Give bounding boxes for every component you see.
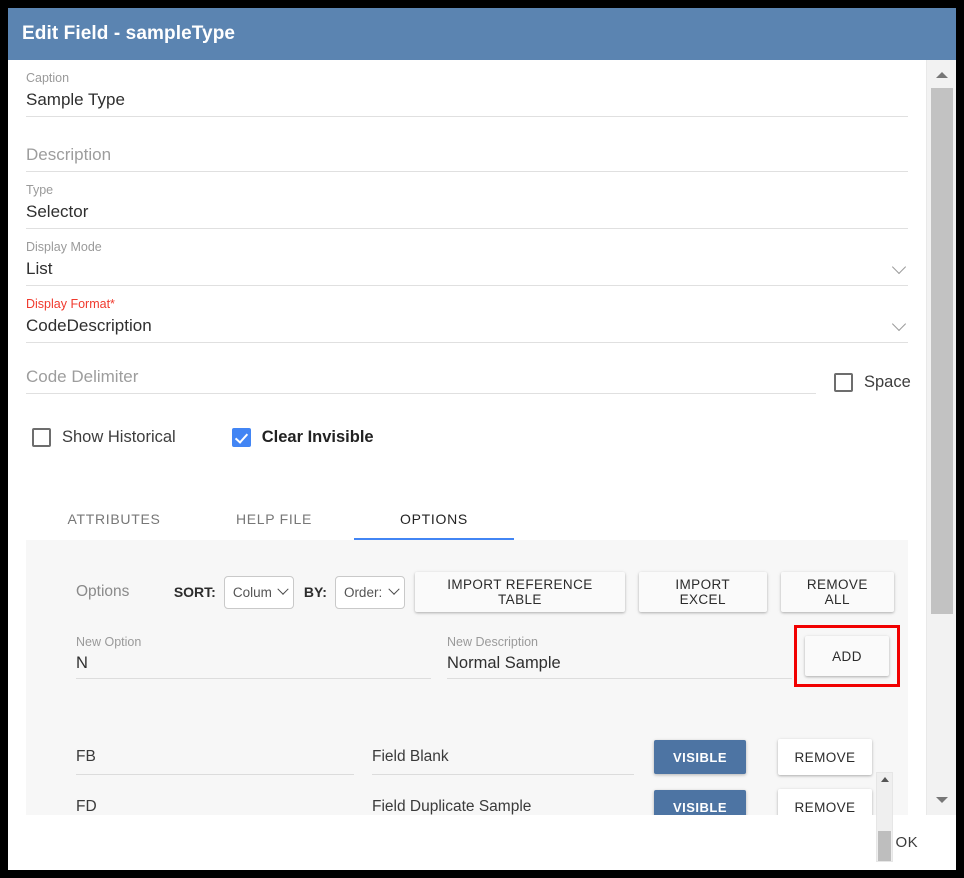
space-checkbox-group[interactable]: Space xyxy=(834,373,911,394)
add-button-highlight: ADD xyxy=(794,625,900,687)
tab-options[interactable]: OPTIONS xyxy=(354,499,514,540)
tab-bar: ATTRIBUTES HELP FILE OPTIONS xyxy=(26,499,908,540)
type-label: Type xyxy=(26,183,54,197)
dialog-titlebar: Edit Field - sampleType xyxy=(8,8,956,60)
type-field[interactable]: Type Selector xyxy=(26,172,908,229)
by-label: BY: xyxy=(303,584,327,600)
show-historical-group[interactable]: Show Historical xyxy=(32,428,176,447)
new-description-value: Normal Sample xyxy=(447,654,561,672)
add-button[interactable]: ADD xyxy=(805,636,889,676)
description-field[interactable]: Description xyxy=(26,131,908,172)
clear-invisible-checkbox[interactable] xyxy=(231,428,251,447)
scrollbar-thumb[interactable] xyxy=(931,88,953,614)
scroll-up-arrow-icon[interactable] xyxy=(935,72,948,78)
import-reference-table-button[interactable]: IMPORT REFERENCE TABLE xyxy=(414,572,625,612)
tab-help-file[interactable]: HELP FILE xyxy=(194,499,354,540)
edit-field-dialog: Edit Field - sampleType Caption Sample T… xyxy=(8,8,956,870)
show-historical-checkbox[interactable] xyxy=(32,428,51,447)
code-delimiter-row: Code Delimiter Space xyxy=(26,355,911,394)
show-historical-label: Show Historical xyxy=(62,428,176,446)
new-option-row: New Option N New Description Normal Samp… xyxy=(26,612,908,687)
scroll-up-arrow-icon[interactable] xyxy=(880,777,889,782)
caption-field[interactable]: Caption Sample Type xyxy=(26,60,908,117)
options-title: Options xyxy=(76,583,130,600)
dialog-title: Edit Field - sampleType xyxy=(22,23,236,44)
display-format-field[interactable]: Display Format* CodeDescription xyxy=(26,286,908,343)
caption-value: Sample Type xyxy=(26,90,125,109)
table-row: FD Field Duplicate Sample VISIBLE REMOVE xyxy=(76,782,894,815)
new-description-label: New Description xyxy=(447,635,539,649)
table-row: FB Field Blank VISIBLE REMOVE xyxy=(76,732,894,782)
sort-column-select[interactable]: Colum xyxy=(223,575,294,609)
remove-button[interactable]: REMOVE xyxy=(778,739,872,775)
display-format-value: CodeDescription xyxy=(26,316,152,335)
remove-button[interactable]: REMOVE xyxy=(778,789,872,815)
scroll-down-arrow-icon[interactable] xyxy=(935,797,948,803)
type-value: Selector xyxy=(26,202,89,221)
description-placeholder: Description xyxy=(26,145,112,164)
options-list-scrollbar[interactable] xyxy=(876,772,893,862)
new-option-value: N xyxy=(76,654,88,672)
options-panel: Options SORT: Colum BY: Order: IMPORT RE… xyxy=(26,540,908,815)
dialog-body: Caption Sample Type Description Type Sel… xyxy=(8,60,956,862)
required-asterisk: * xyxy=(110,297,115,311)
tab-attributes[interactable]: ATTRIBUTES xyxy=(34,499,194,540)
import-excel-button[interactable]: IMPORT EXCEL xyxy=(638,572,767,612)
chevron-down-icon xyxy=(388,583,400,595)
dialog-footer: OK xyxy=(8,815,956,870)
display-format-label: Display Format* xyxy=(26,296,908,312)
new-option-field[interactable]: New Option N xyxy=(76,632,431,679)
option-description[interactable]: Field Duplicate Sample xyxy=(372,789,634,815)
sort-label: SORT: xyxy=(173,584,216,600)
display-mode-field[interactable]: Display Mode List xyxy=(26,229,908,286)
space-checkbox[interactable] xyxy=(834,373,853,392)
option-code[interactable]: FB xyxy=(76,739,354,775)
sort-order-select[interactable]: Order: xyxy=(334,575,405,609)
space-checkbox-label: Space xyxy=(864,373,911,391)
visible-button[interactable]: VISIBLE xyxy=(654,740,746,774)
scroll-content: Caption Sample Type Description Type Sel… xyxy=(8,60,926,815)
display-mode-value: List xyxy=(26,259,53,278)
caption-label: Caption xyxy=(26,71,70,85)
options-toolbar: Options SORT: Colum BY: Order: IMPORT RE… xyxy=(26,540,908,612)
dialog-scrollbar[interactable] xyxy=(926,60,956,815)
scrollbar-thumb[interactable] xyxy=(878,831,891,861)
display-format-label-text: Display Format xyxy=(26,297,111,311)
new-description-field[interactable]: New Description Normal Sample xyxy=(447,632,792,679)
visible-button[interactable]: VISIBLE xyxy=(654,790,746,815)
display-mode-label: Display Mode xyxy=(26,240,102,254)
code-delimiter-placeholder: Code Delimiter xyxy=(26,367,139,386)
clear-invisible-label: Clear Invisible xyxy=(261,428,374,446)
remove-all-button[interactable]: REMOVE ALL xyxy=(780,572,894,612)
options-list: FB Field Blank VISIBLE REMOVE FD Field D… xyxy=(76,732,894,815)
code-delimiter-field[interactable]: Code Delimiter xyxy=(26,355,816,394)
sort-column-value: Colum xyxy=(232,584,272,600)
option-code[interactable]: FD xyxy=(76,789,354,815)
option-description[interactable]: Field Blank xyxy=(372,739,634,775)
clear-invisible-group[interactable]: Clear Invisible xyxy=(231,428,374,447)
chevron-down-icon xyxy=(277,583,289,595)
toggle-checkbox-row: Show Historical Clear Invisible xyxy=(26,428,908,447)
sort-order-value: Order: xyxy=(343,584,383,600)
new-option-label: New Option xyxy=(76,635,142,649)
